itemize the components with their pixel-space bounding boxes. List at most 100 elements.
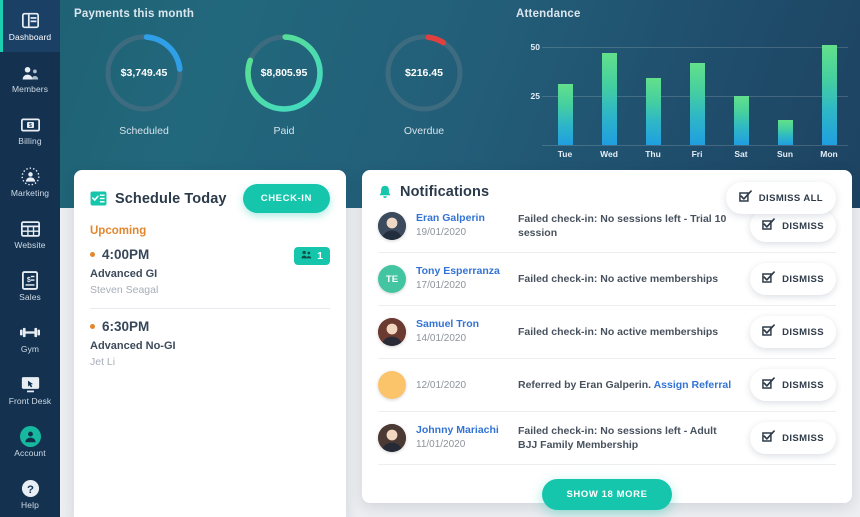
members-icon	[20, 63, 40, 83]
show-more-button[interactable]: SHOW 18 MORE	[542, 479, 672, 510]
schedule-session-row[interactable]: 4:00PM 1 Advanced GI Steven Seagal	[74, 237, 346, 296]
gridline-base	[542, 145, 848, 146]
bar[interactable]	[689, 62, 705, 145]
avatar[interactable]: TE	[378, 265, 406, 293]
session-time-row: 6:30PM	[90, 319, 330, 334]
avatar[interactable]	[378, 212, 406, 240]
notification-row[interactable]: Samuel Tron 14/01/2020 Failed check-in: No…	[378, 306, 836, 359]
sidebar-item-website[interactable]: Website	[0, 208, 60, 260]
sidebar-item-label: Members	[11, 83, 49, 94]
attendees-icon	[301, 250, 312, 262]
donut-caption: Overdue	[403, 125, 445, 137]
notification-member-link[interactable]: Johnny Mariachi	[416, 424, 518, 437]
attendance-chart: 50 25 Tue Wed Thu Fri Sat Sun Mon	[520, 30, 852, 159]
donut-caption: Paid	[273, 125, 295, 137]
sidebar-item-label: Front Desk	[8, 395, 52, 406]
sidebar-item-help[interactable]: ? Help	[0, 468, 60, 517]
bar[interactable]	[821, 45, 837, 145]
x-axis-tick: Wed	[600, 149, 618, 159]
avatar[interactable]	[378, 424, 406, 452]
dismiss-all-label: DISMISS ALL	[758, 192, 823, 204]
x-axis-tick: Thu	[645, 149, 661, 159]
donut-ring: $3,749.45	[101, 30, 187, 116]
donut-overdue[interactable]: $216.45 Overdue	[354, 30, 494, 137]
sidebar-item-members[interactable]: Members	[0, 52, 60, 104]
notification-member-link[interactable]: Samuel Tron	[416, 318, 518, 331]
dismiss-label: DISMISS	[782, 326, 824, 338]
session-coach: Steven Seagal	[90, 284, 159, 296]
sidebar-item-dashboard[interactable]: Dashboard	[0, 0, 60, 52]
sidebar-item-label: Gym	[20, 343, 40, 354]
dismiss-all-button[interactable]: DISMISS ALL	[725, 182, 836, 214]
dismiss-button[interactable]: DISMISS	[750, 316, 836, 348]
billing-icon: $	[20, 115, 40, 135]
bar[interactable]	[645, 78, 661, 145]
bar-column[interactable]	[590, 45, 628, 145]
schedule-card-header: Schedule Today CHECK-IN	[74, 170, 346, 213]
sidebar-item-sales[interactable]: $ Sales	[0, 260, 60, 312]
sidebar-item-front-desk[interactable]: Front Desk	[0, 364, 60, 416]
notification-message: Failed check-in: No active memberships	[518, 272, 719, 285]
bar[interactable]	[601, 52, 617, 145]
bar-column[interactable]	[810, 45, 848, 145]
notification-member-link[interactable]: Tony Esperranza	[416, 265, 518, 278]
bar[interactable]	[777, 119, 793, 145]
sidebar-item-account[interactable]: Account	[0, 416, 60, 468]
bar-column[interactable]	[634, 45, 672, 145]
sales-icon: $	[20, 271, 40, 291]
checkbox-check-icon	[762, 377, 776, 393]
donut-ring: $216.45	[381, 30, 467, 116]
notification-row[interactable]: Johnny Mariachi 11/01/2020 Failed check-in…	[378, 412, 836, 465]
bar-column[interactable]	[722, 45, 760, 145]
schedule-session-row[interactable]: 6:30PM Advanced No-GI Jet Li	[74, 309, 346, 368]
payments-donuts: $3,749.45 Scheduled $8,805.95 Paid $216.…	[74, 30, 504, 137]
notification-row[interactable]: TE Tony Esperranza 17/01/2020 Failed check-…	[378, 253, 836, 306]
notifications-list: Eran Galperin 19/01/2020 Failed check-in: …	[362, 200, 852, 465]
notification-date: 19/01/2020	[416, 227, 467, 239]
bar-column[interactable]	[678, 45, 716, 145]
dashboard-app: Dashboard Members $ Billing Marketing We…	[0, 0, 860, 517]
session-name: Advanced GI	[90, 268, 158, 280]
sidebar-item-label: Website	[14, 239, 46, 250]
bar[interactable]	[557, 84, 573, 145]
x-axis-tick: Tue	[557, 149, 573, 159]
donut-scheduled[interactable]: $3,749.45 Scheduled	[74, 30, 214, 137]
notification-person: Tony Esperranza 17/01/2020	[406, 265, 518, 293]
sidebar-item-label: Sales	[19, 291, 41, 302]
bar-column[interactable]	[546, 45, 584, 145]
session-name: Advanced No-GI	[90, 340, 176, 352]
check-in-button[interactable]: CHECK-IN	[242, 184, 330, 213]
dismiss-button[interactable]: DISMISS	[750, 263, 836, 295]
sidebar-item-billing[interactable]: $ Billing	[0, 104, 60, 156]
bar-column[interactable]	[766, 45, 804, 145]
checkbox-check-icon	[762, 430, 776, 446]
avatar[interactable]	[378, 318, 406, 346]
dismiss-button[interactable]: DISMISS	[750, 210, 836, 242]
notification-date: 11/01/2020	[416, 439, 466, 451]
session-coach: Jet Li	[90, 356, 116, 368]
assign-referral-link[interactable]: Assign Referral	[654, 379, 732, 391]
notification-person: Johnny Mariachi 11/01/2020	[406, 424, 518, 452]
svg-text:$: $	[29, 123, 32, 129]
attendee-count-badge[interactable]: 1	[294, 247, 330, 265]
donut-value: $216.45	[405, 67, 443, 79]
sidebar-item-gym[interactable]: Gym	[0, 312, 60, 364]
sidebar-item-marketing[interactable]: Marketing	[0, 156, 60, 208]
notification-row[interactable]: 12/01/2020 Referred by Eran Galperin. Ass…	[378, 359, 836, 412]
dismiss-button[interactable]: DISMISS	[750, 369, 836, 401]
bar[interactable]	[733, 95, 749, 145]
bell-icon	[378, 185, 392, 200]
y-axis-tick: 50	[530, 41, 540, 52]
marketing-icon	[20, 167, 40, 187]
notification-message: Failed check-in: No sessions left - Adul…	[518, 424, 717, 451]
notifications-card-header: Notifications DISMISS ALL	[362, 170, 852, 214]
donut-paid[interactable]: $8,805.95 Paid	[214, 30, 354, 137]
avatar[interactable]	[378, 371, 406, 399]
notification-person: 12/01/2020	[406, 378, 518, 393]
payments-title: Payments this month	[74, 8, 195, 20]
session-time: 6:30PM	[102, 319, 150, 334]
attendance-title: Attendance	[516, 8, 581, 20]
dismiss-button[interactable]: DISMISS	[750, 422, 836, 454]
schedule-today-card: Schedule Today CHECK-IN Upcoming 4:00PM …	[74, 170, 346, 517]
notification-member-link[interactable]: Eran Galperin	[416, 212, 518, 225]
